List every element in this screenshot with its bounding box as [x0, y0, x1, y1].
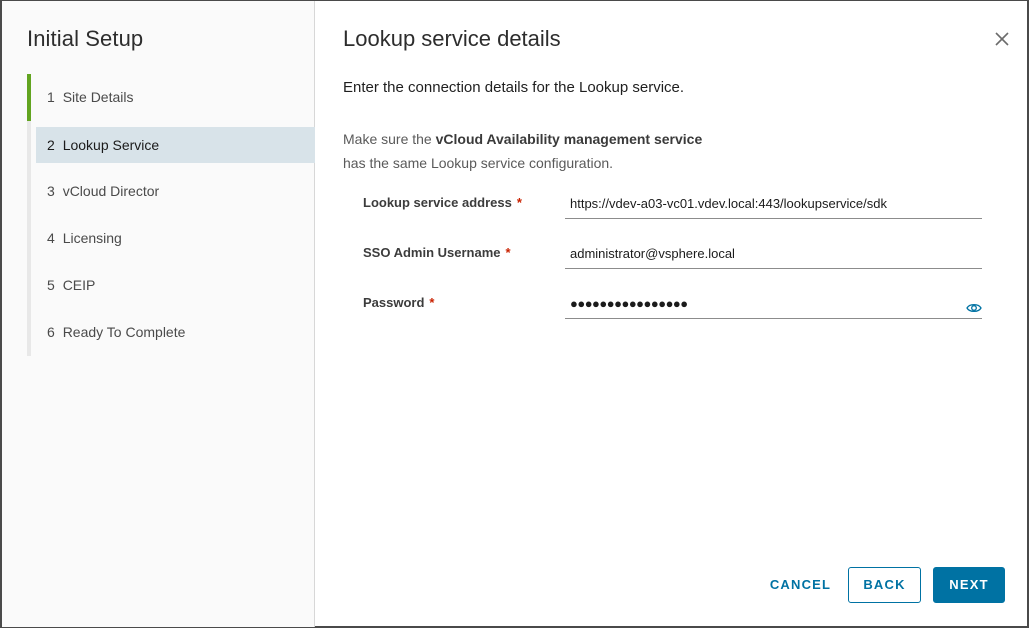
cancel-button[interactable]: CANCEL [763, 567, 838, 603]
password-row: Password * [363, 289, 983, 331]
eye-icon[interactable] [966, 301, 982, 313]
step-label: Ready To Complete [62, 324, 186, 340]
wizard-step-lookup-service[interactable]: 2 Lookup Service [36, 127, 315, 163]
step-number: 5 [47, 277, 55, 293]
step-number: 6 [47, 324, 55, 340]
back-button[interactable]: BACK [848, 567, 921, 603]
label-text: SSO Admin Username [363, 245, 501, 260]
step-number: 4 [47, 230, 55, 246]
note-suffix: has the same Lookup service configuratio… [343, 155, 614, 171]
next-button[interactable]: NEXT [933, 567, 1005, 603]
wizard-title: Initial Setup [27, 26, 144, 51]
wizard-steps: 1 Site Details 2 Lookup Service 3 vCloud… [27, 74, 315, 356]
step-label: CEIP [62, 277, 96, 293]
step-label: Site Details [62, 89, 134, 105]
password-input[interactable] [565, 289, 982, 319]
step-number: 1 [47, 89, 55, 105]
step-label: Lookup Service [62, 137, 160, 153]
sso-username-row: SSO Admin Username * [363, 239, 983, 281]
step-label: vCloud Director [62, 183, 160, 199]
required-marker: * [505, 245, 511, 260]
lookup-address-label: Lookup service address * [363, 195, 522, 210]
wizard-step-site-details[interactable]: 1 Site Details [27, 74, 315, 121]
wizard-step-ready-to-complete[interactable]: 6 Ready To Complete [31, 309, 315, 356]
lookup-address-row: Lookup service address * [363, 189, 983, 231]
config-note: Make sure the vCloud Availability manage… [343, 127, 702, 175]
note-prefix: Make sure the [343, 131, 436, 147]
sso-username-label: SSO Admin Username * [363, 245, 511, 260]
intro-text: Enter the connection details for the Loo… [343, 79, 685, 96]
step-number: 2 [47, 137, 55, 153]
wizard-step-vcloud-director[interactable]: 3 vCloud Director [31, 168, 315, 215]
initial-setup-dialog: Initial Setup 1 Site Details 2 Lookup Se… [0, 0, 1029, 628]
sso-username-input[interactable] [565, 239, 982, 269]
wizard-content: Lookup service details Enter the connect… [316, 1, 1029, 627]
label-text: Lookup service address [363, 195, 512, 210]
wizard-step-licensing[interactable]: 4 Licensing [31, 215, 315, 262]
password-label: Password * [363, 295, 434, 310]
label-text: Password [363, 295, 425, 310]
wizard-nav: Initial Setup 1 Site Details 2 Lookup Se… [2, 1, 315, 627]
required-marker: * [516, 195, 522, 210]
wizard-step-ceip[interactable]: 5 CEIP [31, 262, 315, 309]
required-marker: * [429, 295, 435, 310]
close-icon[interactable] [993, 30, 1011, 48]
page-title: Lookup service details [343, 26, 561, 51]
note-bold: vCloud Availability management service [435, 131, 703, 147]
step-label: Licensing [62, 230, 122, 246]
step-number: 3 [47, 183, 55, 199]
lookup-address-input[interactable] [565, 189, 982, 219]
